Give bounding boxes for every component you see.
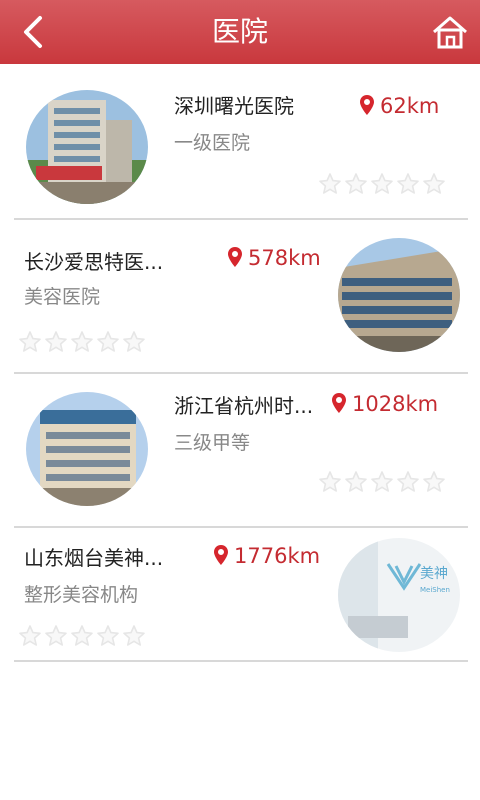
location-pin-icon [332,393,346,413]
star-outline-icon [423,471,445,492]
star-outline-icon [345,471,367,492]
hospital-name: 浙江省杭州时... [174,394,314,418]
hospital-distance: 62km [360,94,439,118]
star-outline-icon [19,625,41,646]
location-pin-icon [214,545,228,565]
thumb-sign: 美神 [420,566,448,582]
star-outline-icon [319,471,341,492]
star-outline-icon [371,173,393,194]
thumb-sign-sub: MeiShen [420,586,450,594]
hospital-category: 一级医院 [174,132,251,154]
rating-stars [318,172,448,198]
star-outline-icon [97,625,119,646]
distance-text: 1028km [352,392,439,416]
star-outline-icon [397,471,419,492]
star-outline-icon [97,331,119,352]
distance-text: 578km [248,246,321,270]
page-title: 医院 [211,15,268,48]
star-outline-icon [71,625,93,646]
hospital-image: 美神 MeiShen [338,538,460,652]
star-outline-icon [123,331,145,352]
location-pin-icon [228,247,242,267]
star-outline-icon [397,173,419,194]
hospital-list-item[interactable]: 浙江省杭州时... 1028km 三级甲等 [14,372,468,528]
hospital-distance: 1776km [214,544,320,568]
rating-stars [18,330,148,356]
hospital-list-item[interactable]: 深圳曙光医院 62km 一级医院 [14,64,468,220]
star-outline-icon [45,625,67,646]
hospital-list-item[interactable]: 长沙爱思特医... 578km 美容医院 [14,218,468,374]
hospital-category: 美容医院 [24,286,101,308]
star-outline-icon [319,173,341,194]
app-header: 医院 [0,0,480,64]
hospital-name: 长沙爱思特医... [24,250,164,274]
location-pin-icon [360,95,374,115]
hospital-category: 整形美容机构 [24,584,139,606]
hospital-distance: 1028km [332,392,438,416]
star-outline-icon [45,331,67,352]
hospital-name: 山东烟台美神... [24,546,164,570]
star-outline-icon [19,331,41,352]
star-outline-icon [423,173,445,194]
rating-stars [18,624,148,650]
hospital-image [26,392,148,506]
star-outline-icon [371,471,393,492]
star-outline-icon [71,331,93,352]
star-outline-icon [123,625,145,646]
star-outline-icon [345,173,367,194]
hospital-category: 三级甲等 [174,432,251,454]
rating-stars [318,470,448,496]
home-icon[interactable] [430,14,470,50]
distance-text: 1776km [234,544,321,568]
hospital-image [338,238,460,352]
hospital-list-item[interactable]: 山东烟台美神... 1776km 整形美容机构 美神 MeiShen [14,526,468,662]
hospital-name: 深圳曙光医院 [174,94,294,118]
hospital-image [26,90,148,204]
hospital-distance: 578km [228,246,321,270]
distance-text: 62km [380,94,440,118]
